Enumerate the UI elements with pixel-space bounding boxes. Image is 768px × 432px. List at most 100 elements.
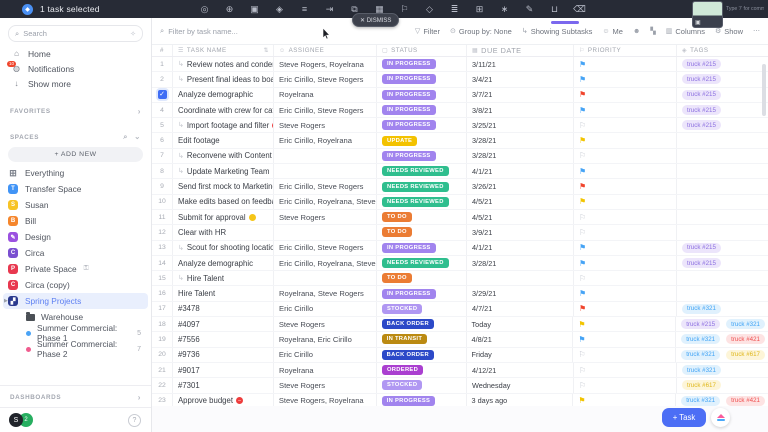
priority-cell[interactable]: ⚐ [573, 362, 676, 378]
edit-icon[interactable]: ✎ [517, 0, 542, 18]
column-header-status[interactable]: ▢ STATUS [376, 45, 466, 56]
table-row[interactable]: 21 #9017 Royelrana ORDERED 4/12/21 ⚐ truck #32… [152, 362, 768, 379]
move-icon[interactable]: ⇥ [317, 0, 342, 18]
row-number[interactable]: 11 [152, 210, 172, 224]
due-date-cell[interactable]: 3/25/21 [466, 118, 573, 133]
priority-cell[interactable]: ⚐ [572, 347, 675, 362]
assignee-cell[interactable]: Eric Cirillo, Steve Rogers [273, 72, 376, 87]
table-row[interactable]: 16 Hire Talent Royelrana, Steve Rogers IN P… [152, 286, 768, 302]
table-row[interactable]: 17 #3478 Eric Cirillo STOCKED 4/7/21 ⚑ truck #… [152, 301, 768, 318]
row-number[interactable]: 17 [152, 302, 172, 316]
priority-cell[interactable]: ⚑ [573, 164, 676, 179]
view-toggle[interactable]: ▚ [650, 27, 655, 35]
task-name-cell[interactable]: Clear with HR [172, 225, 273, 240]
table-row[interactable]: 14 Analyze demographic Eric Cirillo, Royel… [152, 255, 768, 272]
task-name-cell[interactable]: #4097 [171, 317, 273, 332]
row-number[interactable]: 18 [152, 317, 172, 331]
table-row[interactable]: 19 #7556 Royelrana, Eric Cirillo IN TRANSIT… [152, 332, 768, 348]
row-number[interactable]: 10 [152, 195, 172, 209]
priority-cell[interactable]: ⚐ [573, 118, 676, 133]
task-name-cell[interactable]: ↳ Present final ideas to boa... [172, 72, 273, 87]
task-name-cell[interactable]: #7301 [172, 378, 273, 393]
due-date-cell[interactable]: 4/8/21 [465, 332, 573, 347]
tags-cell[interactable] [676, 271, 768, 286]
table-row[interactable]: 22 #7301 Steve Rogers STOCKED Wednesday ⚐ truc… [152, 378, 768, 394]
due-date-cell[interactable]: 3/7/21 [466, 87, 573, 102]
priority-icon[interactable]: ◇ [417, 0, 442, 18]
row-number[interactable]: 1 [152, 57, 172, 71]
due-date-cell[interactable]: 4/1/21 [466, 240, 573, 255]
status-cell[interactable]: TO DO [376, 271, 466, 286]
add-assignee-icon[interactable]: ⊕ [217, 0, 242, 18]
assignee-cell[interactable] [273, 148, 376, 164]
status-cell[interactable]: TO DO [376, 209, 466, 225]
row-number[interactable]: 19 [152, 332, 172, 346]
filter-button[interactable]: ▽ Filter [415, 27, 440, 36]
status-cell[interactable]: ORDERED [376, 362, 466, 378]
due-date-cell[interactable]: 4/5/21 [466, 194, 573, 209]
table-row[interactable]: 5↳Import footage and filter–Steve Rogers… [152, 118, 768, 134]
row-number[interactable]: 20 [152, 348, 172, 362]
assignee-cell[interactable] [273, 271, 376, 286]
dashboards-section[interactable]: DASHBOARDS › [0, 385, 151, 408]
tags-cell[interactable]: truck #215 truck #321 [675, 317, 768, 332]
task-name-cell[interactable]: #7556 [171, 332, 273, 347]
row-number[interactable]: 13 [152, 241, 172, 255]
priority-cell[interactable]: ⚐ [573, 209, 676, 225]
row-number[interactable]: 4 [152, 103, 172, 117]
status-cell[interactable]: IN PROGRESS [376, 118, 466, 133]
tag-icon[interactable]: ◈ [267, 0, 292, 18]
sidebar-space-private-space[interactable]: P Private Space ⚿ [0, 261, 151, 277]
tags-cell[interactable]: truck #215 [676, 255, 768, 271]
sidebar-space-spring-projects[interactable]: ▶ ▞ Spring Projects [3, 293, 148, 309]
table-row[interactable]: 18 #4097 Steve Rogers BACK ORDER Today ⚑ truck… [152, 317, 768, 333]
due-date-cell[interactable]: 4/1/21 [466, 164, 573, 179]
tags-cell[interactable]: truck #321 [676, 301, 768, 317]
task-name-cell[interactable]: Edit footage [172, 133, 273, 148]
sparkle-icon[interactable]: ∗ [492, 0, 517, 18]
subtasks-icon[interactable]: ≡ [292, 0, 317, 18]
command-input[interactable]: Type '/' for commands [726, 3, 764, 15]
task-name-cell[interactable]: Analyze demographic [172, 255, 273, 271]
group-by-button[interactable]: ⊙ Group by: None [450, 27, 512, 36]
assignee-cell[interactable]: Steve Rogers [273, 378, 376, 393]
row-number[interactable]: 16 [152, 286, 172, 300]
sidebar-search-input[interactable]: ⌕ Search ✧ [8, 25, 143, 42]
chevron-down-icon[interactable]: ⌄ [134, 132, 141, 142]
table-row[interactable]: 6 Edit footage Eric Cirillo, Royelrana UPDA… [152, 133, 768, 149]
status-icon[interactable]: ▣ [242, 0, 267, 18]
status-cell[interactable]: STOCKED [376, 301, 466, 317]
priority-cell[interactable]: ⚑ [573, 102, 676, 118]
row-checkbox[interactable]: ✓ [152, 88, 172, 102]
tags-cell[interactable] [676, 225, 768, 240]
dismiss-button[interactable]: ✕ DISMISS [352, 13, 400, 27]
tags-cell[interactable]: truck #617 [676, 378, 768, 393]
tags-cell[interactable] [676, 148, 768, 164]
assignee-cell[interactable]: Steve Rogers [273, 118, 376, 133]
table-row[interactable]: 7 ↳ Reconvene with Content ... IN PROGRESS 3… [152, 148, 768, 165]
column-header-priority[interactable]: ⚐ PRIORITY [573, 45, 676, 56]
row-number[interactable]: 7 [152, 149, 172, 163]
column-header-tags[interactable]: ◈ TAGS [676, 45, 768, 56]
status-cell[interactable]: NEEDS REVIEWED [376, 179, 466, 194]
priority-cell[interactable]: ⚑ [573, 286, 676, 301]
column-header-num[interactable]: # [152, 45, 172, 56]
task-filter-input[interactable]: ⌕ Filter by task name... [160, 26, 238, 36]
task-name-cell[interactable]: ↳ Update Marketing Team [172, 164, 273, 179]
sidebar-space-bill[interactable]: B Bill [0, 213, 151, 229]
task-name-cell[interactable]: Analyze demographic [172, 87, 273, 102]
due-date-cell[interactable]: 3/29/21 [466, 286, 573, 301]
row-number[interactable]: 8 [152, 164, 172, 178]
sidebar-space-susan[interactable]: S Susan [0, 197, 151, 213]
row-number[interactable]: 14 [152, 256, 172, 270]
assignee-cell[interactable]: Eric Cirillo, Steve Rogers [273, 179, 376, 194]
due-date-cell[interactable]: Friday [465, 347, 573, 362]
status-cell[interactable]: IN PROGRESS [376, 57, 466, 72]
row-number[interactable]: 15 [152, 271, 172, 285]
subtasks-toggle[interactable]: ↳ Showing Subtasks [522, 27, 593, 36]
table-row[interactable]: 4 Coordinate with crew for cat... Eric Cir… [152, 102, 768, 119]
priority-cell[interactable]: ⚑ [573, 72, 676, 87]
table-row[interactable]: 2 ↳ Present final ideas to boa... Eric Ciri… [152, 72, 768, 88]
assignee-cell[interactable]: Eric Cirillo, Royelrana, Steve ... [273, 255, 376, 271]
due-date-cell[interactable]: 3/28/21 [466, 255, 573, 271]
